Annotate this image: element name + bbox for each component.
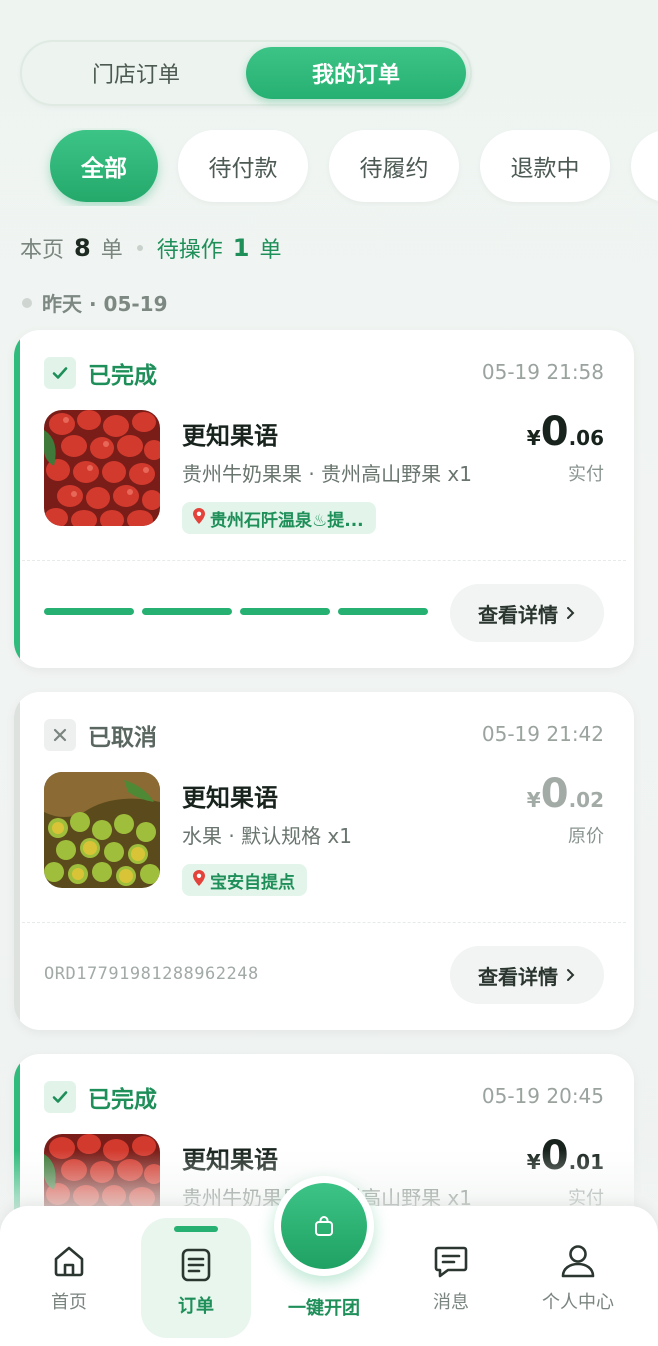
order-price: ¥ 0 .01 [527, 1134, 604, 1178]
progress-step [142, 608, 232, 615]
check-icon [44, 357, 76, 389]
price-currency: ¥ [526, 1150, 541, 1174]
order-status-label: 已完成 [88, 363, 157, 389]
check-icon [44, 1081, 76, 1113]
order-type-switch: 门店订单 我的订单 [20, 40, 472, 106]
quick-group-fab [281, 1183, 367, 1269]
filter-all[interactable]: 全部 [50, 130, 158, 202]
message-icon [434, 1246, 468, 1278]
price-label: 原价 [568, 826, 604, 847]
status-filter-bar: 全部 待付款 待履约 退款中 [0, 128, 658, 206]
shopping-bag-icon [315, 1216, 333, 1236]
progress-step [240, 608, 330, 615]
location-pin-icon [192, 869, 206, 892]
order-time: 05-19 20:45 [481, 1084, 604, 1108]
order-status: 已完成 [44, 1080, 157, 1114]
filter-more[interactable] [631, 130, 658, 202]
order-status-label: 已取消 [88, 725, 157, 751]
home-icon [54, 1246, 84, 1277]
price-currency: ¥ [526, 788, 541, 812]
tab-my-orders[interactable]: 我的订单 [246, 47, 466, 99]
order-card[interactable]: 已取消 05-19 21:42 更知果语 水果 · 默认规格 x1 宝安自提点 … [14, 692, 634, 1030]
filter-pending-payment[interactable]: 待付款 [178, 130, 308, 202]
price-integer: 0 [540, 1133, 569, 1179]
location-pin-icon [192, 507, 206, 530]
summary-prefix: 本页 [20, 238, 65, 263]
pickup-location-label: 宝安自提点 [210, 872, 295, 893]
tab-messages[interactable]: 消息 [396, 1242, 506, 1314]
filter-pending-fulfillment[interactable]: 待履约 [329, 130, 459, 202]
chevron-right-icon [567, 969, 575, 981]
filter-refunding[interactable]: 退款中 [480, 130, 610, 202]
price-label: 实付 [568, 464, 604, 485]
quick-group-label: 一键开团 [288, 1298, 360, 1319]
tab-profile-label: 个人中心 [542, 1292, 614, 1313]
summary-unit: 单 [100, 238, 123, 263]
close-icon [44, 719, 76, 751]
page-summary: 本页 8 单 待操作 1 单 [20, 232, 281, 264]
product-image [44, 410, 160, 526]
pickup-location-label: 贵州石阡温泉♨提... [210, 510, 364, 531]
order-time: 05-19 21:42 [481, 722, 604, 746]
price-currency: ¥ [526, 426, 541, 450]
pickup-location-tag[interactable]: 贵州石阡温泉♨提... [182, 502, 376, 534]
pickup-location-tag[interactable]: 宝安自提点 [182, 864, 307, 896]
card-divider [22, 560, 626, 561]
summary-count: 8 [74, 234, 91, 262]
goods-summary: 水果 · 默认规格 x1 [182, 824, 352, 848]
chevron-right-icon [567, 607, 575, 619]
tab-profile[interactable]: 个人中心 [523, 1242, 633, 1314]
tab-home-label: 首页 [51, 1292, 87, 1313]
price-integer: 0 [540, 771, 569, 817]
order-progress [44, 608, 428, 615]
product-image [44, 772, 160, 888]
status-accent-bar [14, 692, 20, 1030]
store-name: 更知果语 [182, 1146, 278, 1174]
price-decimal: .01 [568, 1150, 604, 1174]
store-name: 更知果语 [182, 422, 278, 450]
quick-group-button[interactable] [274, 1176, 374, 1276]
date-group-label: 昨天 · 05-19 [42, 292, 168, 316]
tab-orders-label: 订单 [178, 1296, 214, 1317]
order-price: ¥ 0 .06 [527, 410, 604, 454]
order-price: ¥ 0 .02 [527, 772, 604, 816]
price-integer: 0 [540, 409, 569, 455]
view-details-label: 查看详情 [478, 602, 558, 627]
view-details-button[interactable]: 查看详情 [450, 584, 604, 642]
tab-orders[interactable]: 订单 [141, 1218, 251, 1338]
tab-messages-label: 消息 [433, 1292, 469, 1313]
tab-store-orders[interactable]: 门店订单 [26, 47, 246, 99]
progress-step [44, 608, 134, 615]
view-details-label: 查看详情 [478, 964, 558, 989]
pending-count: 1 [232, 234, 250, 262]
user-icon [561, 1245, 595, 1278]
order-card[interactable]: 已完成 05-19 21:58 更知果语 贵州牛奶果果 · 贵州高山野果 x1 … [14, 330, 634, 668]
goods-summary: 贵州牛奶果果 · 贵州高山野果 x1 [182, 462, 472, 486]
date-group-header: 昨天 · 05-19 [22, 288, 168, 317]
order-list-icon [181, 1248, 211, 1282]
order-number: ORD17791981288962248 [44, 964, 259, 984]
separator-dot [136, 245, 143, 251]
pending-unit: 单 [259, 238, 282, 263]
tab-home[interactable]: 首页 [14, 1242, 124, 1314]
price-decimal: .06 [568, 426, 604, 450]
store-name: 更知果语 [182, 784, 278, 812]
order-status: 已完成 [44, 356, 157, 390]
order-time: 05-19 21:58 [481, 360, 604, 384]
order-status-label: 已完成 [88, 1087, 157, 1113]
card-divider [22, 922, 626, 923]
progress-step [338, 608, 428, 615]
date-bullet [22, 297, 32, 308]
price-decimal: .02 [568, 788, 604, 812]
pending-label: 待操作 [156, 238, 223, 263]
status-accent-bar [14, 330, 20, 668]
view-details-button[interactable]: 查看详情 [450, 946, 604, 1004]
order-status: 已取消 [44, 718, 157, 752]
